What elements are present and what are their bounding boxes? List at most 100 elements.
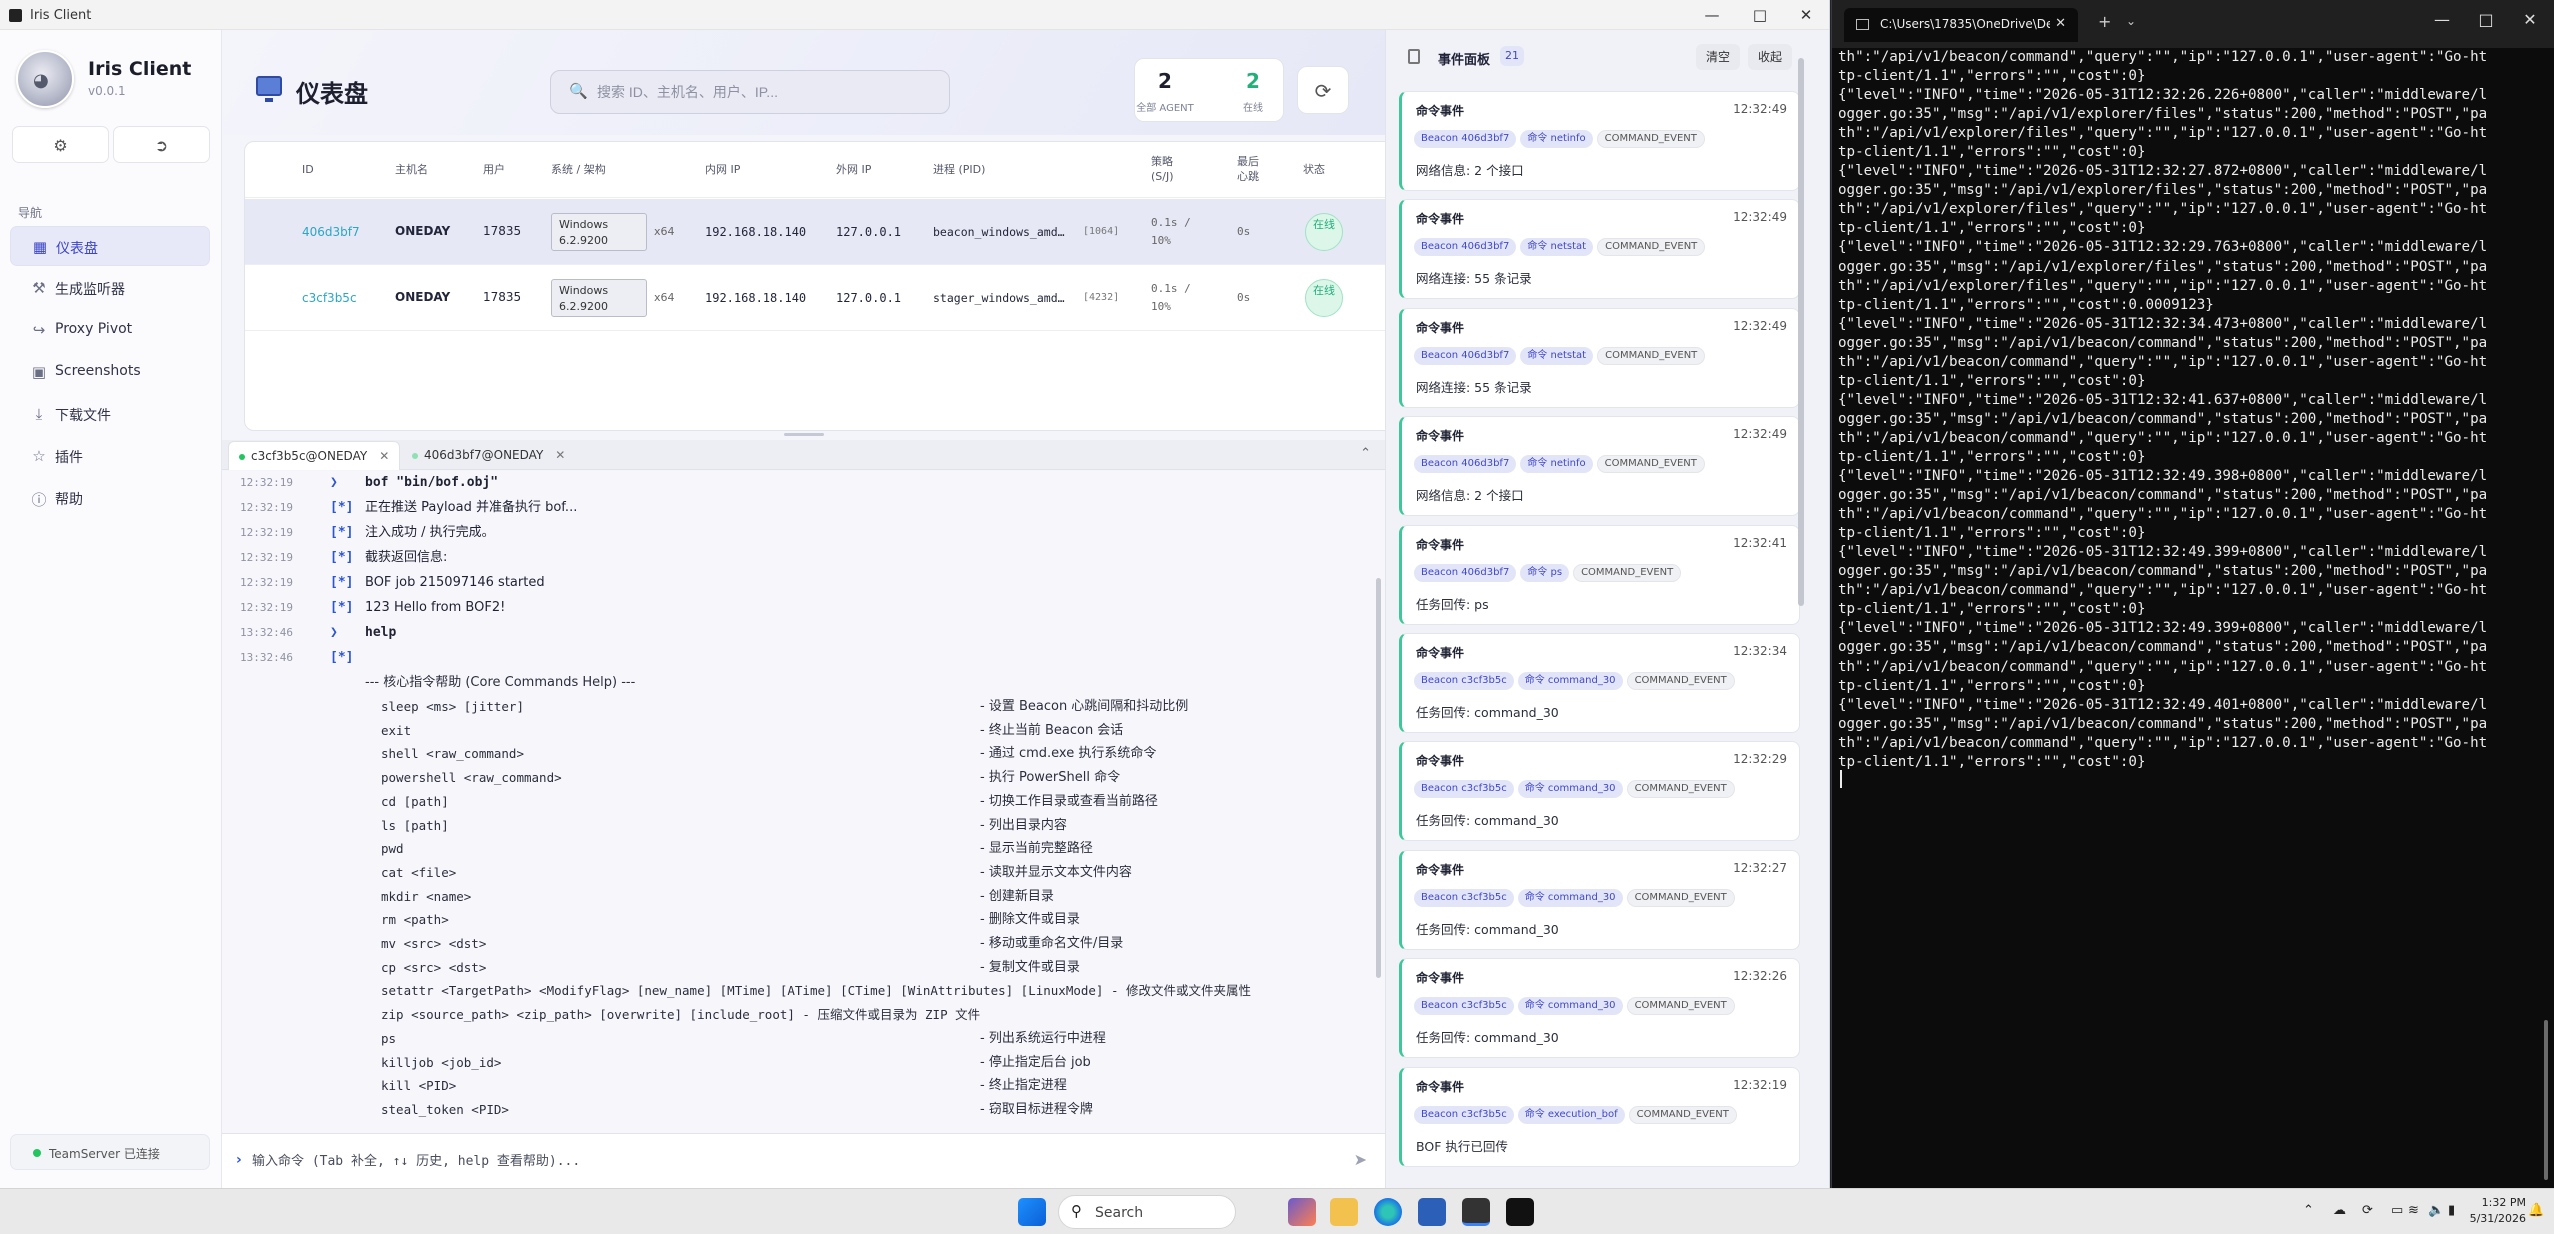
server-status-label: TeamServer 已连接 [49,1147,160,1161]
command-input[interactable] [252,1150,1252,1172]
terminal-app-icon[interactable] [1462,1198,1490,1226]
taskbar-search[interactable]: ⚲ Search [1058,1195,1236,1229]
help-row: ps - 列出系统运行中进程 [222,1027,1372,1051]
online-agent-label: 在线 [1243,103,1263,114]
close-tab-icon[interactable]: ✕ [2055,16,2066,31]
refresh-button[interactable]: ⟳ [1297,66,1349,114]
taskbar-clock[interactable]: 1:32 PM 5/31/2026 [2466,1195,2526,1227]
event-time: 12:32:27 [1733,860,1787,875]
file-explorer-icon[interactable] [1330,1198,1358,1226]
app-icon [9,9,22,22]
store-icon[interactable] [1418,1198,1446,1226]
clear-events-button[interactable]: 清空 [1696,44,1741,70]
send-icon[interactable]: ➤ [1354,1150,1367,1169]
agent-id[interactable]: c3cf3b5c [302,291,357,305]
event-card[interactable]: 命令事件 12:32:49 Beacon 406d3bf7 命令 netstat COM… [1399,199,1800,300]
resize-handle[interactable] [784,433,824,436]
sidebar-item-proxy-pivot[interactable]: ↪ Proxy Pivot [10,310,210,350]
beacon-tag[interactable]: Beacon 406d3bf7 [1414,346,1517,365]
event-scrollbar[interactable] [1798,58,1804,606]
sidebar-item-label: 仪表盘 [56,241,98,257]
help-command: mkdir <name> [381,888,472,904]
event-card[interactable]: 命令事件 12:32:49 Beacon 406d3bf7 命令 netinfo COM… [1399,416,1800,517]
event-card[interactable]: 命令事件 12:32:41 Beacon 406d3bf7 命令 ps COMMAND_… [1399,524,1800,625]
notification-bell-icon[interactable]: 🔔 [2528,1203,2544,1218]
console-tab[interactable]: C:\Users\17835\OneDrive\Des ✕ [1844,8,2078,42]
close-button[interactable]: ✕ [1788,3,1824,27]
beacon-tag[interactable]: Beacon c3cf3b5c [1414,1105,1514,1124]
edge-browser-icon[interactable] [1374,1198,1402,1226]
event-time: 12:32:49 [1733,102,1787,116]
help-description: - 停止指定后台 job [980,1054,1091,1070]
widgets-app-icon[interactable] [1288,1198,1316,1226]
col-status: 状态 [1303,163,1325,176]
settings-button[interactable]: ⚙ [12,126,109,163]
event-tags: Beacon 406d3bf7 命令 ps COMMAND_EVENT [1414,563,1685,583]
maximize-button[interactable]: □ [2466,10,2506,29]
monitor-icon [256,76,282,102]
sidebar-item-plugins[interactable]: ☆ 插件 [10,436,210,476]
event-card[interactable]: 命令事件 12:32:27 Beacon c3cf3b5c 命令 command_30… [1399,849,1800,950]
terminal-tabs: c3cf3b5c@ONEDAY ✕ 406d3bf7@ONEDAY ✕ ⌃ [222,440,1385,470]
online-dot-icon [412,452,418,459]
sidebar-item-help[interactable]: ⓘ 帮助 [10,478,210,518]
event-card[interactable]: 命令事件 12:32:26 Beacon c3cf3b5c 命令 command_30… [1399,958,1800,1059]
event-card[interactable]: 命令事件 12:32:19 Beacon c3cf3b5c 命令 execution_… [1399,1066,1800,1167]
wifi-icon[interactable]: ≋ [2408,1203,2419,1218]
collapse-terminal-icon[interactable]: ⌃ [1360,446,1371,461]
status-badge: 在线 [1305,213,1343,251]
beacon-tag[interactable]: Beacon 406d3bf7 [1414,238,1517,257]
beacon-tag[interactable]: Beacon 406d3bf7 [1414,455,1517,474]
display-icon[interactable]: ▭ [2391,1203,2403,1218]
line-timestamp: 12:32:19 [240,576,293,589]
chevron-up-icon[interactable]: ⌃ [2303,1203,2314,1218]
start-icon[interactable] [1018,1198,1046,1226]
search-box[interactable]: 🔍 [550,70,950,114]
agent-heartbeat: 0s [1237,291,1251,304]
tab-session-c3cf3b5c[interactable]: c3cf3b5c@ONEDAY ✕ [228,441,401,470]
logout-button[interactable]: ➲ [113,126,210,163]
new-tab-icon[interactable]: + [2098,12,2111,31]
search-input[interactable] [597,81,927,103]
sidebar-item-listener[interactable]: ⚒ 生成监听器 [10,268,210,308]
sidebar-item-screenshots[interactable]: ▣ Screenshots [10,352,210,392]
chevron-down-icon[interactable]: ⌄ [2126,14,2136,28]
sidebar-item-dashboard[interactable]: ▦ 仪表盘 [10,226,210,266]
battery-icon[interactable]: ▮ [2448,1203,2455,1218]
cloud-icon[interactable]: ☁ [2333,1203,2346,1218]
beacon-tag[interactable]: Beacon c3cf3b5c [1414,997,1514,1016]
collapse-panel-button[interactable]: 收起 [1748,44,1793,70]
table-row[interactable]: c3cf3b5c ONEDAY 17835 Windows 6.2.9200 x… [245,265,1406,331]
close-tab-icon[interactable]: ✕ [555,448,565,462]
online-dot-icon [239,453,245,460]
iris-app-icon[interactable] [1506,1198,1534,1226]
close-tab-icon[interactable]: ✕ [379,449,389,463]
maximize-button[interactable]: □ [1742,3,1778,27]
beacon-tag[interactable]: Beacon c3cf3b5c [1414,672,1514,690]
sidebar-item-downloads[interactable]: ⤓ 下载文件 [10,394,210,434]
minimize-button[interactable]: — [1694,3,1730,27]
sync-icon[interactable]: ⟳ [2362,1203,2373,1218]
line-timestamp: 12:32:19 [240,551,293,564]
status-dot-icon [33,1149,41,1157]
event-card[interactable]: 命令事件 12:32:49 Beacon 406d3bf7 命令 netinfo COM… [1399,91,1800,191]
table-row[interactable]: 406d3bf7 ONEDAY 17835 Windows 6.2.9200 x… [245,199,1406,265]
event-card[interactable]: 命令事件 12:32:49 Beacon 406d3bf7 命令 netstat COM… [1399,307,1800,408]
minimize-button[interactable]: — [2422,10,2462,29]
close-button[interactable]: ✕ [2510,10,2550,29]
beacon-tag[interactable]: Beacon 406d3bf7 [1414,563,1517,582]
search-icon: ⚲ [1071,1202,1082,1220]
console-scrollbar[interactable] [2544,1020,2548,1180]
beacon-tag[interactable]: Beacon c3cf3b5c [1414,888,1514,907]
beacon-tag[interactable]: Beacon c3cf3b5c [1414,780,1514,799]
event-card[interactable]: 命令事件 12:32:29 Beacon c3cf3b5c 命令 command_30… [1399,741,1800,842]
volume-icon[interactable]: 🔈 [2428,1203,2444,1218]
clock-date: 5/31/2026 [2469,1212,2526,1225]
col-wan-ip: 外网 IP [836,163,872,176]
terminal-scrollbar[interactable] [1376,578,1381,978]
event-card[interactable]: 命令事件 12:32:34 Beacon c3cf3b5c 命令 command_30… [1399,633,1800,733]
beacon-tag[interactable]: Beacon 406d3bf7 [1414,130,1517,148]
agent-id[interactable]: 406d3bf7 [302,225,360,239]
tab-session-406d3bf7[interactable]: 406d3bf7@ONEDAY ✕ [402,441,575,470]
event-time: 12:32:41 [1733,535,1787,550]
